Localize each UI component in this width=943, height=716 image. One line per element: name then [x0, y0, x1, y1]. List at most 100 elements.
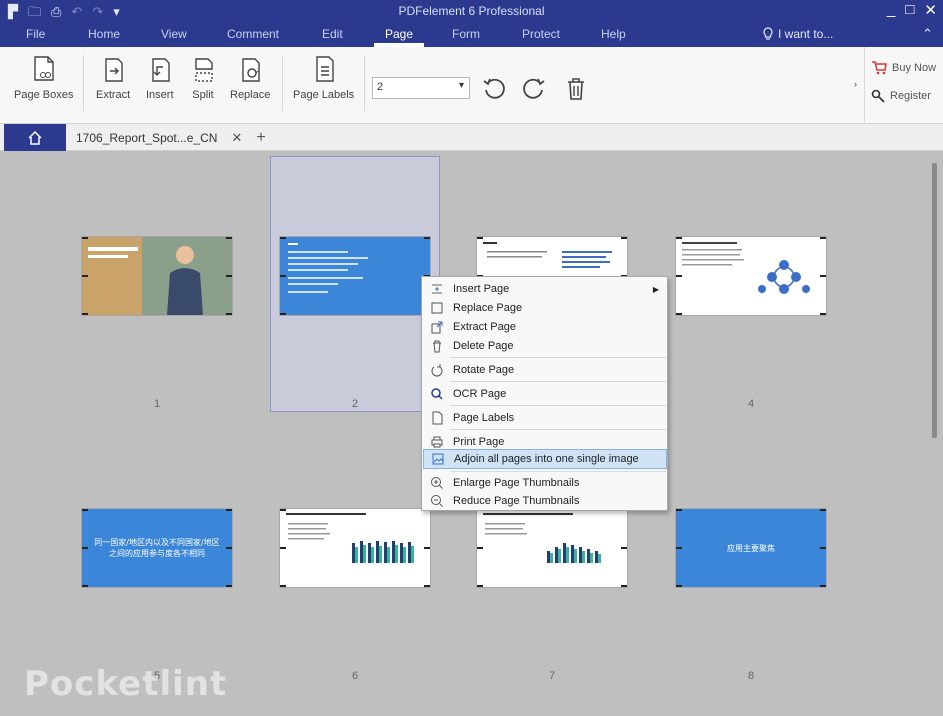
page-range-select[interactable]: 2 ▾: [372, 77, 470, 99]
extract-label: Extract: [96, 89, 131, 101]
crop-mark: [676, 585, 682, 587]
menu-form[interactable]: Form: [452, 27, 480, 41]
menu-comment[interactable]: Comment: [227, 27, 279, 41]
menu-edit[interactable]: Edit: [322, 27, 343, 41]
register-button[interactable]: Register: [871, 89, 931, 103]
menu-home[interactable]: Home: [88, 27, 120, 41]
delete-page-icon: [433, 340, 441, 353]
replace-label: Replace: [230, 89, 271, 101]
buy-now-label: Buy Now: [892, 62, 937, 74]
page-thumbnail-6[interactable]: [280, 509, 430, 587]
page-number-label: 4: [747, 398, 755, 410]
page-thumbnail-1[interactable]: [82, 237, 232, 315]
crop-mark: [676, 509, 682, 511]
bar-chart-slide-image: [483, 513, 601, 563]
ctx-ocr-page[interactable]: OCR Page: [423, 384, 667, 404]
insert-button[interactable]: Insert: [146, 55, 174, 101]
ribbon-divider: [282, 55, 283, 111]
page-boxes-icon: [33, 56, 54, 81]
insert-label: Insert: [146, 89, 174, 101]
vertical-scrollbar[interactable]: [932, 163, 937, 438]
extract-button[interactable]: Extract: [96, 55, 130, 101]
menu-help[interactable]: Help: [601, 27, 626, 41]
ctx-reduce-thumbnails[interactable]: Reduce Page Thumbnails: [423, 491, 667, 511]
maximize-button[interactable]: □: [905, 1, 914, 19]
collapse-ribbon-icon[interactable]: ⌃: [922, 26, 933, 42]
crop-mark: [477, 547, 483, 549]
rotate-right-icon[interactable]: [520, 75, 548, 103]
page-ribbon: Page Boxes Extract Insert Split Replace …: [0, 47, 943, 124]
menu-separator: [450, 381, 666, 382]
page-thumbnail-7[interactable]: [477, 509, 627, 587]
close-button[interactable]: ✕: [924, 1, 937, 19]
page-thumbnail-2[interactable]: [280, 237, 430, 315]
ctx-rotate-page[interactable]: Rotate Page: [423, 360, 667, 380]
crop-mark: [820, 547, 826, 549]
crop-mark: [820, 585, 826, 587]
ctx-insert-page[interactable]: Insert Page ▶: [423, 279, 667, 299]
page-thumbnail-5[interactable]: 同一国家/地区内以及不同国家/地区之间的应用参与度各不相同: [82, 509, 232, 587]
ctx-adjoin-pages[interactable]: Adjoin all pages into one single image: [423, 449, 667, 469]
register-label: Register: [890, 90, 931, 102]
trash-icon[interactable]: [562, 75, 590, 103]
home-tab[interactable]: [4, 124, 66, 151]
crop-mark: [621, 237, 627, 239]
buy-now-button[interactable]: Buy Now: [871, 61, 936, 75]
page-number-label: 8: [747, 670, 755, 682]
lightbulb-icon: [763, 27, 773, 40]
diagram-slide-image: [682, 242, 810, 294]
account-panel: Buy Now Register: [864, 47, 943, 124]
crop-mark: [280, 585, 286, 587]
menu-file[interactable]: File: [26, 27, 45, 41]
zoom-out-icon: [431, 495, 443, 507]
ctx-enlarge-thumbnails[interactable]: Enlarge Page Thumbnails: [423, 473, 667, 493]
page-thumbnail-4[interactable]: [676, 237, 826, 315]
menu-protect[interactable]: Protect: [522, 27, 560, 41]
crop-mark: [820, 275, 826, 277]
cart-icon: [872, 61, 887, 75]
page-labels-label: Page Labels: [293, 89, 355, 101]
ctx-page-labels[interactable]: Page Labels: [423, 408, 667, 428]
crop-mark: [226, 313, 232, 315]
key-search-icon: [871, 89, 885, 103]
close-tab-icon[interactable]: ✕: [231, 130, 242, 146]
menu-separator: [450, 471, 666, 472]
crop-mark: [280, 547, 286, 549]
crop-mark: [676, 237, 682, 239]
split-button[interactable]: Split: [190, 55, 216, 101]
crop-mark: [424, 237, 430, 239]
page-boxes-button[interactable]: Page Boxes: [14, 55, 73, 101]
app-title: PDFelement 6 Professional: [398, 4, 545, 18]
rotate-left-icon[interactable]: [480, 75, 508, 103]
ctx-replace-page[interactable]: Replace Page: [423, 298, 667, 318]
document-tab[interactable]: 1706_Report_Spot...e_CN ✕ +: [70, 124, 266, 151]
replace-button[interactable]: Replace: [230, 55, 270, 101]
extract-page-icon: [431, 321, 443, 334]
menu-view[interactable]: View: [161, 27, 187, 41]
menu-bar: File Home View Comment Edit Page Form Pr…: [0, 24, 943, 47]
page-number-label: 1: [153, 398, 161, 410]
document-tab-bar: 1706_Report_Spot...e_CN ✕ +: [0, 124, 943, 151]
crop-mark: [226, 547, 232, 549]
minimize-button[interactable]: _: [887, 1, 895, 19]
title-bar: ▛ 🗀 ⎙ ↶ ↷ ▾ PDFelement 6 Professional _ …: [0, 0, 943, 24]
crop-mark: [82, 547, 88, 549]
page-number-label: 2: [351, 398, 359, 410]
zoom-in-icon: [431, 477, 443, 489]
ribbon-expand-icon[interactable]: ›: [854, 79, 857, 89]
ctx-extract-page[interactable]: Extract Page: [423, 317, 667, 337]
page-boxes-label: Page Boxes: [14, 89, 74, 101]
page-labels-icon: [432, 411, 443, 425]
page-thumbnail-8[interactable]: 应用主要聚焦: [676, 509, 826, 587]
menu-page[interactable]: Page: [385, 27, 413, 41]
ctx-delete-page[interactable]: Delete Page: [423, 336, 667, 356]
crop-mark: [226, 237, 232, 239]
print-page-icon: [431, 436, 443, 448]
new-tab-icon[interactable]: +: [256, 129, 265, 147]
extract-icon: [105, 58, 123, 82]
rotate-page-icon: [431, 364, 443, 377]
crop-mark: [82, 237, 88, 239]
replace-icon: [242, 58, 260, 82]
page-labels-button[interactable]: Page Labels: [293, 55, 354, 101]
search-help[interactable]: I want to...: [762, 27, 833, 41]
